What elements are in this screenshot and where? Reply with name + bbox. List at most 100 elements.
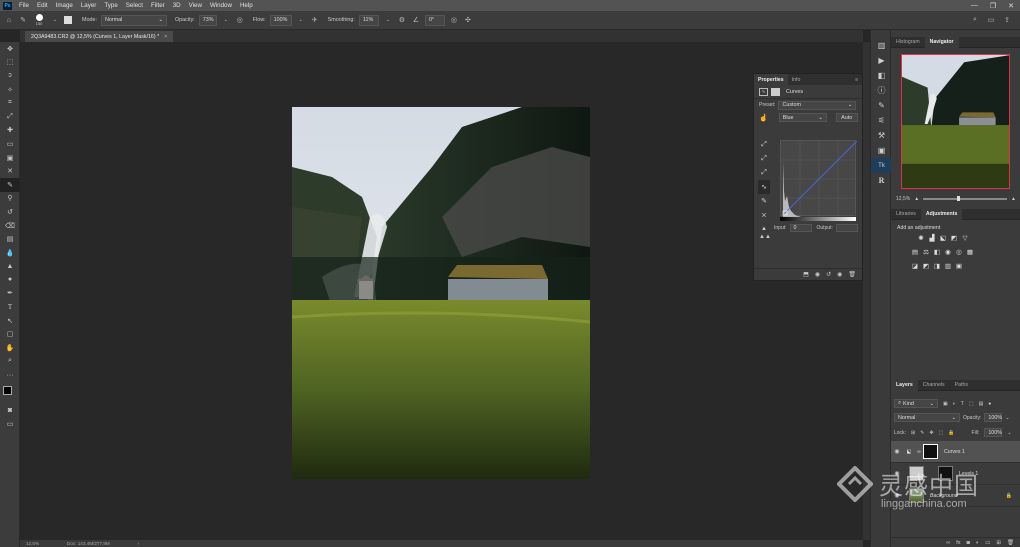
eraser-tool-icon[interactable]: ⌫ — [0, 219, 20, 233]
color-swatches[interactable] — [0, 382, 20, 404]
info-icon[interactable]: ⓘ — [871, 83, 892, 98]
navigator-zoom-value[interactable]: 12,5% — [896, 196, 910, 202]
auto-button[interactable]: Auto — [835, 113, 858, 122]
trash-icon[interactable]: 🗑 — [1007, 540, 1014, 546]
menu-image[interactable]: Image — [52, 2, 77, 9]
pencil-draw-icon[interactable]: ✎ — [758, 194, 770, 208]
photo-filter-icon[interactable]: ◉ — [944, 248, 952, 256]
brightness-icon[interactable]: ✺ — [917, 234, 925, 242]
chevron-down-icon[interactable]: ⌄ — [50, 15, 60, 25]
patch-tool-icon[interactable]: ▭ — [0, 137, 20, 151]
smooth-curve-icon[interactable]: ⨯ — [758, 208, 770, 222]
blend-mode-select[interactable]: Normal ⌄ — [894, 413, 960, 422]
levels-icon[interactable]: ▟ — [928, 234, 936, 242]
smoothing-input[interactable]: 11% — [358, 14, 379, 26]
brush-preset-picker[interactable]: 150 — [32, 14, 46, 26]
zoom-tool-icon[interactable]: ⌕ — [0, 355, 20, 369]
tab-adjustments[interactable]: Adjustments — [920, 208, 963, 220]
menu-view[interactable]: View — [185, 2, 206, 9]
quick-mask-icon[interactable]: ◙ — [0, 404, 20, 418]
quick-select-tool-icon[interactable]: ✧ — [0, 83, 20, 97]
filter-shape-icon[interactable]: ⬚ — [969, 401, 974, 407]
input-field[interactable]: 0 — [789, 224, 812, 232]
navigator-preview[interactable] — [901, 54, 1010, 189]
lock-transparent-icon[interactable]: ⊞ — [911, 430, 915, 436]
panel-menu-icon[interactable]: ≡ — [855, 77, 862, 83]
tab-channels[interactable]: Channels — [918, 380, 950, 391]
view-previous-icon[interactable]: ◉ — [815, 271, 820, 278]
curves-adj-icon[interactable]: ⬕ — [939, 234, 947, 242]
menu-select[interactable]: Select — [122, 2, 147, 9]
hue-saturation-icon[interactable]: ▤ — [911, 248, 919, 256]
zoom-slider[interactable] — [923, 196, 1008, 202]
auto-options-icon[interactable]: ▲▲ — [759, 234, 771, 240]
menu-file[interactable]: File — [15, 2, 33, 9]
close-window-button[interactable]: ✕ — [1008, 2, 1014, 10]
menu-edit[interactable]: Edit — [33, 2, 52, 9]
pressure-opacity-icon[interactable]: ◎ — [235, 15, 245, 25]
layer-row[interactable]: ◉ Levels 1 — [891, 463, 1020, 485]
eye-icon[interactable]: ◉ — [891, 448, 903, 455]
more-tools-icon[interactable]: ··· — [0, 368, 20, 382]
brush-settings-icon[interactable] — [64, 16, 72, 24]
eye-icon[interactable]: ◉ — [891, 492, 903, 499]
shape-tool-icon[interactable]: ▢ — [0, 327, 20, 341]
brush-settings-panel-icon[interactable]: ✎ — [871, 98, 892, 113]
gear-icon[interactable]: ⚙ — [397, 15, 407, 25]
gradient-tool-icon[interactable]: ▤ — [0, 232, 20, 246]
vertical-scrollbar[interactable] — [863, 42, 870, 540]
vibrance-icon[interactable]: ▽ — [961, 234, 969, 242]
eye-icon[interactable]: ◉ — [891, 470, 903, 477]
status-zoom[interactable]: 12,5% — [26, 541, 39, 546]
color-balance-icon[interactable]: ⚖ — [922, 248, 930, 256]
filter-smart-icon[interactable]: ▤ — [979, 401, 984, 407]
mask-icon[interactable] — [771, 87, 780, 96]
layer-opacity-input[interactable]: 100% — [984, 413, 1003, 422]
tab-info[interactable]: Info — [788, 74, 805, 85]
output-field[interactable] — [835, 224, 858, 232]
brushes-icon[interactable]: ⚟ — [871, 113, 892, 128]
lock-all-icon[interactable]: 🔒 — [948, 430, 954, 436]
chevron-down-icon[interactable]: ⌄ — [1007, 430, 1011, 436]
document-tab[interactable]: 2Q3A9483.CR2 @ 12,5% (Curves 1, Layer Ma… — [25, 31, 174, 42]
pen-tool-icon[interactable]: ✒ — [0, 287, 20, 301]
tab-navigator[interactable]: Navigator — [924, 36, 959, 48]
lock-image-icon[interactable]: ✎ — [920, 430, 924, 436]
pressure-size-icon[interactable]: ◎ — [449, 15, 459, 25]
menu-type[interactable]: Type — [100, 2, 121, 9]
document-image[interactable] — [292, 107, 590, 479]
tab-libraries[interactable]: Libraries — [891, 209, 921, 220]
color-lookup-icon[interactable]: ▦ — [966, 248, 974, 256]
adjustments-icon[interactable]: ◧ — [871, 68, 892, 83]
reset-icon[interactable]: ↺ — [826, 271, 831, 278]
home-icon[interactable]: ⌂ — [4, 15, 14, 25]
plugin-tk-icon[interactable]: Tk — [871, 158, 892, 173]
angle-icon[interactable]: ∠ — [411, 15, 421, 25]
chevron-down-icon[interactable]: ⌄ — [383, 15, 393, 25]
layer-mask-thumbnail[interactable] — [938, 466, 953, 481]
filter-adjustment-icon[interactable]: ◐ — [953, 401, 956, 407]
eyedropper-black-icon[interactable]: ⤢ — [758, 138, 770, 152]
character-icon[interactable]: ▣ — [871, 143, 892, 158]
type-tool-icon[interactable]: T — [0, 300, 20, 314]
fx-icon[interactable]: fx — [956, 540, 960, 546]
minimize-button[interactable]: — — [971, 2, 978, 9]
symmetry-icon[interactable]: ✣ — [463, 15, 473, 25]
layer-name[interactable]: Background — [930, 493, 958, 499]
clone-stamp-tool-icon[interactable]: ⚲ — [0, 192, 20, 206]
menu-layer[interactable]: Layer — [77, 2, 100, 9]
filter-pixel-icon[interactable]: ▣ — [943, 401, 948, 407]
eyedropper-tool-icon[interactable]: ⤢ — [0, 110, 20, 124]
zoom-slider-handle[interactable] — [956, 196, 960, 202]
clip-to-layer-icon[interactable]: ⬒ — [803, 271, 809, 278]
filter-toggle-icon[interactable]: ● — [988, 401, 991, 407]
layer-filter-select[interactable]: ⌕ Kind ⌄ — [894, 399, 938, 408]
curve-point-tool-icon[interactable]: ∿ — [758, 180, 770, 194]
channel-select[interactable]: Blue ⌄ — [778, 113, 827, 122]
path-select-tool-icon[interactable]: ↖ — [0, 314, 20, 328]
move-tool-icon[interactable]: ✥ — [0, 42, 20, 56]
target-adjust-icon[interactable]: ☝ — [759, 114, 768, 122]
new-group-icon[interactable]: ▭ — [985, 540, 990, 546]
chevron-down-icon[interactable]: ⌄ — [296, 15, 306, 25]
curves-graph[interactable] — [780, 140, 857, 217]
